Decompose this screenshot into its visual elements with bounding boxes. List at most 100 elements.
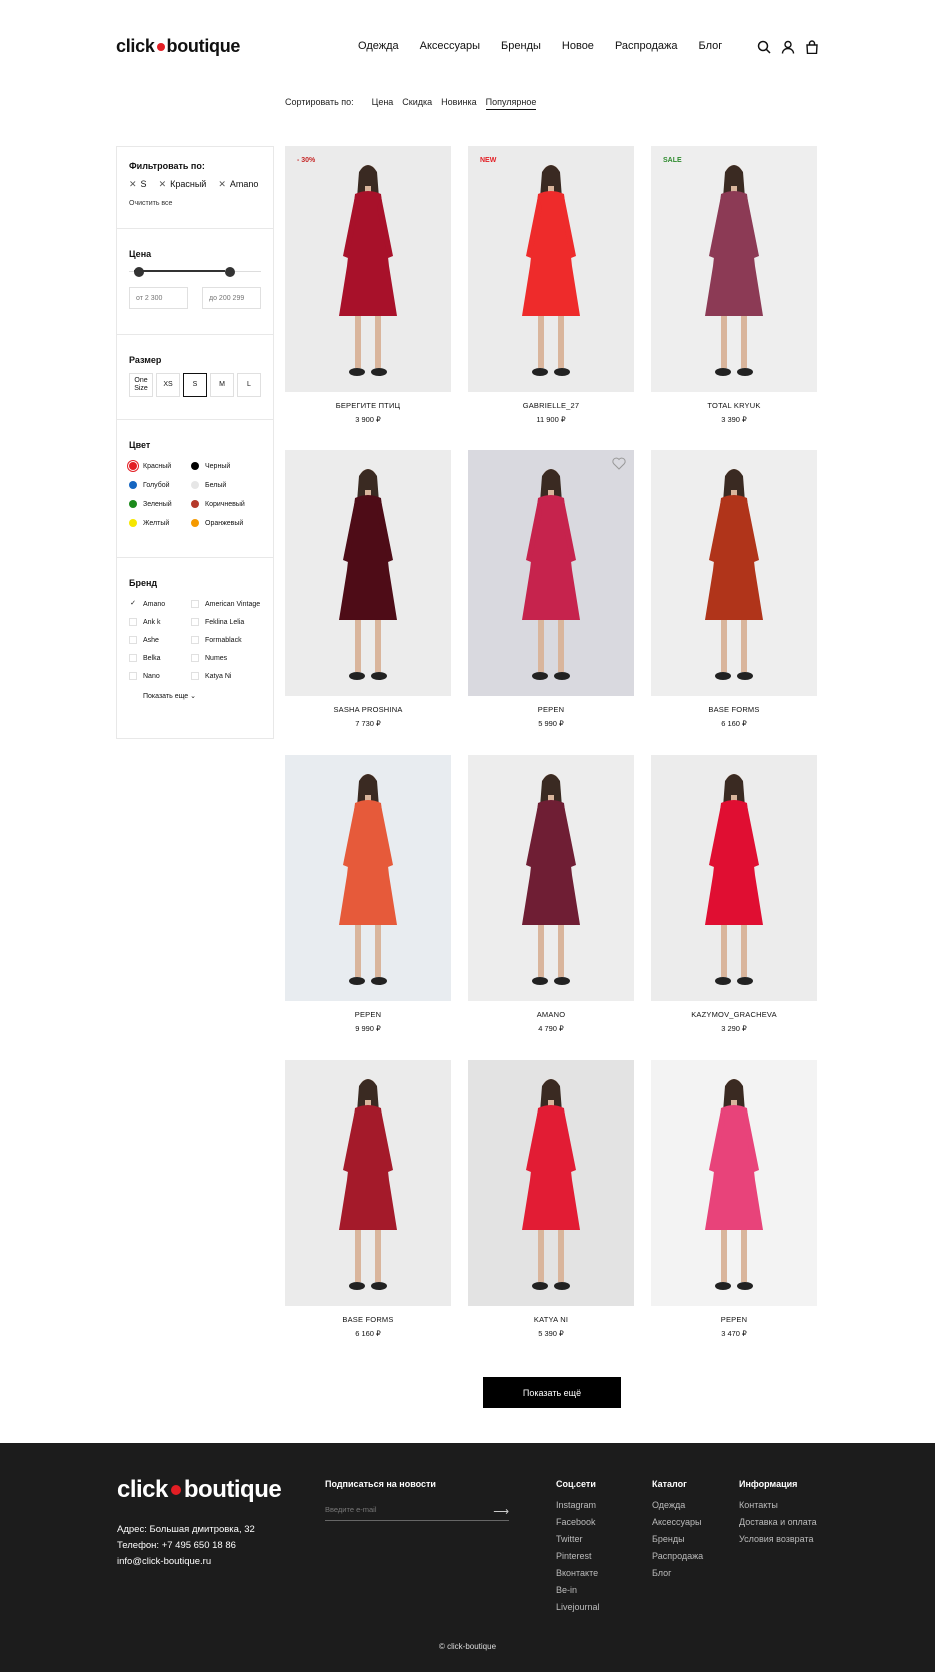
social-link[interactable]: Facebook	[556, 1517, 600, 1527]
footer-email[interactable]: info@click-boutique.ru	[117, 1554, 255, 1570]
size-option-l[interactable]: L	[237, 373, 261, 397]
product-name[interactable]: KATYA NI	[468, 1315, 634, 1324]
sort-option-discount[interactable]: Скидка	[402, 97, 432, 110]
product-image[interactable]	[651, 1060, 817, 1306]
color-option[interactable]: Голубой	[129, 481, 191, 489]
nav-item-sale[interactable]: Распродажа	[615, 40, 678, 52]
product-image[interactable]	[651, 450, 817, 696]
product-name[interactable]: БЕРЕГИТЕ ПТИЦ	[285, 401, 451, 410]
brand-option[interactable]: Nano	[129, 672, 191, 680]
checkbox[interactable]	[191, 654, 199, 662]
product-card[interactable]: PEPEN 9 990 ₽	[285, 755, 451, 1033]
nav-item-clothes[interactable]: Одежда	[358, 40, 399, 52]
product-name[interactable]: PEPEN	[651, 1315, 817, 1324]
social-link[interactable]: Вконтакте	[556, 1568, 600, 1578]
price-slider[interactable]	[129, 267, 261, 277]
size-option-one-size[interactable]: One Size	[129, 373, 153, 397]
product-card[interactable]: SALE TOTAL KRYUK 3 390 ₽	[651, 146, 817, 424]
product-image[interactable]	[285, 450, 451, 696]
bag-icon[interactable]	[805, 40, 819, 55]
social-link[interactable]: Be-in	[556, 1585, 600, 1595]
product-card[interactable]: SASHA PROSHINA 7 730 ₽	[285, 450, 451, 728]
product-image[interactable]: NEW	[468, 146, 634, 392]
product-name[interactable]: TOTAL KRYUK	[651, 401, 817, 410]
social-link[interactable]: Pinterest	[556, 1551, 600, 1561]
info-link[interactable]: Доставка и оплата	[739, 1517, 817, 1527]
sort-option-new[interactable]: Новинка	[441, 97, 476, 110]
nav-item-new[interactable]: Новое	[562, 40, 594, 52]
social-link[interactable]: Twitter	[556, 1534, 600, 1544]
catalog-link[interactable]: Аксессуары	[652, 1517, 703, 1527]
brand-option[interactable]: American Vintage	[191, 600, 269, 608]
product-card[interactable]: - 30% БЕРЕГИТЕ ПТИЦ 3 900 ₽	[285, 146, 451, 424]
product-name[interactable]: KAZYMOV_GRACHEVA	[651, 1010, 817, 1019]
heart-icon[interactable]	[612, 457, 626, 475]
arrow-right-icon[interactable]: ⟶	[493, 1505, 509, 1520]
newsletter-email-field[interactable]: Введите e-mail ⟶	[325, 1505, 509, 1521]
product-name[interactable]: GABRIELLE_27	[468, 401, 634, 410]
product-card[interactable]: AMANO 4 790 ₽	[468, 755, 634, 1033]
brand-option[interactable]: ✓ Amano	[129, 600, 191, 608]
filter-chip-brand[interactable]: ✕ Amano	[218, 179, 258, 190]
product-image[interactable]: SALE	[651, 146, 817, 392]
slider-min-handle[interactable]	[134, 267, 144, 277]
checkmark-icon[interactable]: ✓	[129, 600, 137, 608]
product-name[interactable]: AMANO	[468, 1010, 634, 1019]
color-option[interactable]: Красный	[129, 462, 191, 470]
catalog-link[interactable]: Блог	[652, 1568, 703, 1578]
product-card[interactable]: PEPEN 5 990 ₽	[468, 450, 634, 728]
color-option[interactable]: Оранжевый	[191, 519, 269, 527]
footer-logo[interactable]: click boutique	[117, 1476, 282, 1504]
nav-item-accessories[interactable]: Аксессуары	[420, 40, 480, 52]
product-image[interactable]	[468, 1060, 634, 1306]
catalog-link[interactable]: Одежда	[652, 1500, 703, 1510]
brand-option[interactable]: Formablack	[191, 636, 269, 644]
product-name[interactable]: PEPEN	[285, 1010, 451, 1019]
product-card[interactable]: BASE FORMS 6 160 ₽	[651, 450, 817, 728]
price-from-input[interactable]	[129, 287, 188, 309]
size-option-s[interactable]: S	[183, 373, 207, 397]
brand-option[interactable]: Ank k	[129, 618, 191, 626]
filter-chip-size[interactable]: ✕ S	[129, 179, 147, 190]
brand-option[interactable]: Feklina Lelia	[191, 618, 269, 626]
close-icon[interactable]: ✕	[218, 179, 226, 189]
social-link[interactable]: Instagram	[556, 1500, 600, 1510]
product-name[interactable]: PEPEN	[468, 705, 634, 714]
product-image[interactable]	[285, 1060, 451, 1306]
brand-option[interactable]: Katya Ni	[191, 672, 269, 680]
color-option[interactable]: Желтый	[129, 519, 191, 527]
show-more-brands[interactable]: Показать еще ⌄	[143, 692, 261, 700]
info-link[interactable]: Контакты	[739, 1500, 817, 1510]
checkbox[interactable]	[129, 654, 137, 662]
product-card[interactable]: BASE FORMS 6 160 ₽	[285, 1060, 451, 1338]
price-to-input[interactable]	[202, 287, 261, 309]
checkbox[interactable]	[191, 618, 199, 626]
checkbox[interactable]	[129, 636, 137, 644]
checkbox[interactable]	[129, 672, 137, 680]
sort-option-popular[interactable]: Популярное	[485, 97, 537, 110]
product-image[interactable]	[285, 755, 451, 1001]
size-option-m[interactable]: M	[210, 373, 234, 397]
product-name[interactable]: BASE FORMS	[285, 1315, 451, 1324]
product-card[interactable]: PEPEN 3 470 ₽	[651, 1060, 817, 1338]
nav-item-brands[interactable]: Бренды	[501, 40, 541, 52]
logo[interactable]: click boutique	[116, 36, 240, 57]
size-option-xs[interactable]: XS	[156, 373, 180, 397]
show-more-button[interactable]: Показать ещё	[483, 1377, 621, 1408]
product-image[interactable]	[468, 755, 634, 1001]
product-name[interactable]: BASE FORMS	[651, 705, 817, 714]
product-card[interactable]: NEW GABRIELLE_27 11 900 ₽	[468, 146, 634, 424]
brand-option[interactable]: Numes	[191, 654, 269, 662]
social-link[interactable]: Livejournal	[556, 1602, 600, 1612]
product-image[interactable]	[651, 755, 817, 1001]
user-icon[interactable]	[781, 40, 795, 54]
nav-item-blog[interactable]: Блог	[699, 40, 723, 52]
color-option[interactable]: Белый	[191, 481, 269, 489]
search-icon[interactable]	[757, 40, 771, 54]
sort-option-price[interactable]: Цена	[372, 97, 394, 110]
brand-option[interactable]: Ashe	[129, 636, 191, 644]
product-card[interactable]: KAZYMOV_GRACHEVA 3 290 ₽	[651, 755, 817, 1033]
color-option[interactable]: Коричневый	[191, 500, 269, 508]
checkbox[interactable]	[191, 672, 199, 680]
checkbox[interactable]	[191, 600, 199, 608]
